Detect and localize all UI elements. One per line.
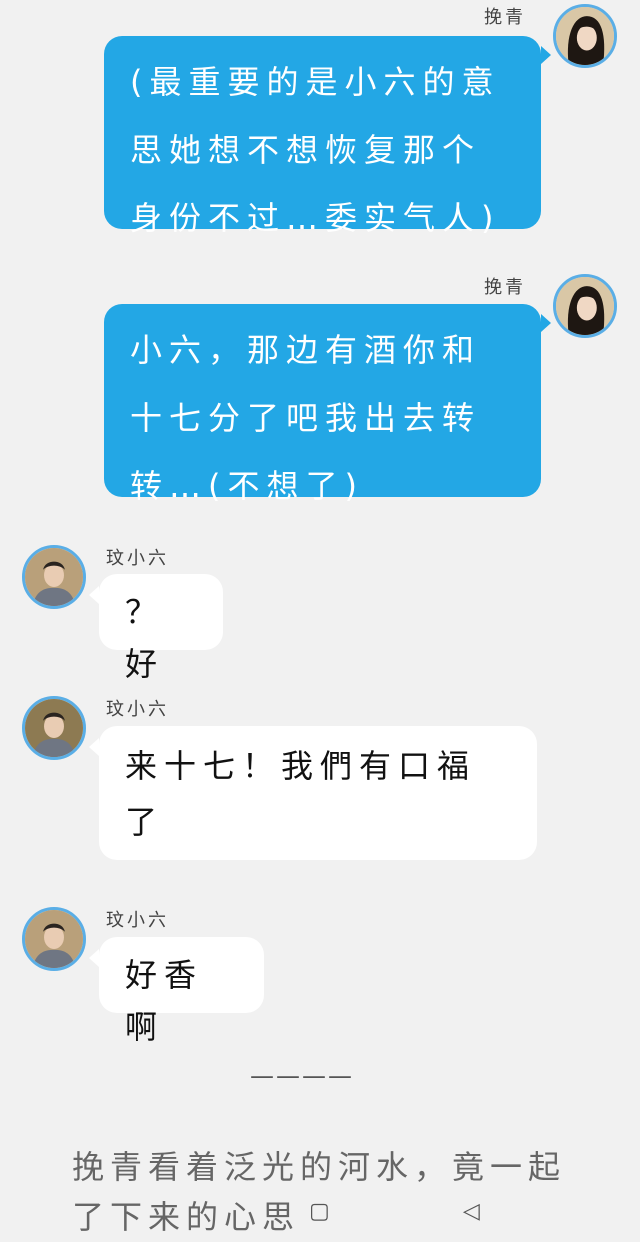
message-bubble[interactable]: 好香啊 [99, 937, 264, 1046]
sender-name: 玟小六 [106, 910, 169, 931]
bubble-tail [541, 46, 551, 64]
bubble-tail [89, 586, 99, 604]
sender-name: 玟小六 [106, 699, 169, 720]
avatar-woman-icon [556, 7, 614, 65]
avatar-man-icon [25, 548, 83, 606]
message-bubble[interactable]: (最重要的是小六的意思她想不想恢复那个身份不过…委实气人) [104, 36, 541, 237]
narration-text: 挽青看着泛光的河水，竟一起了下来的心思 [72, 1148, 567, 1236]
bubble-tail [541, 314, 551, 332]
avatar-woman-icon [556, 277, 614, 335]
avatar[interactable] [553, 4, 617, 68]
sender-name: 挽青 [484, 7, 526, 28]
home-icon[interactable]: ▢ [309, 1201, 330, 1223]
message-bubble[interactable]: ？好 [99, 574, 223, 683]
sender-name: 玟小六 [106, 548, 169, 569]
back-icon[interactable]: ◁ [463, 1201, 480, 1223]
message-bubble[interactable]: 来十七！我們有口福了 [99, 726, 537, 860]
avatar[interactable] [22, 696, 86, 760]
sender-name: 挽青 [484, 277, 526, 298]
section-divider: ———— [250, 1062, 354, 1090]
bubble-tail [89, 949, 99, 967]
avatar-man-icon [25, 910, 83, 968]
avatar[interactable] [22, 545, 86, 609]
avatar[interactable] [553, 274, 617, 338]
message-bubble[interactable]: 小六，那边有酒你和十七分了吧我出去转转…(不想了) [104, 304, 541, 505]
avatar-man-icon [25, 699, 83, 757]
bubble-tail [89, 738, 99, 756]
avatar[interactable] [22, 907, 86, 971]
